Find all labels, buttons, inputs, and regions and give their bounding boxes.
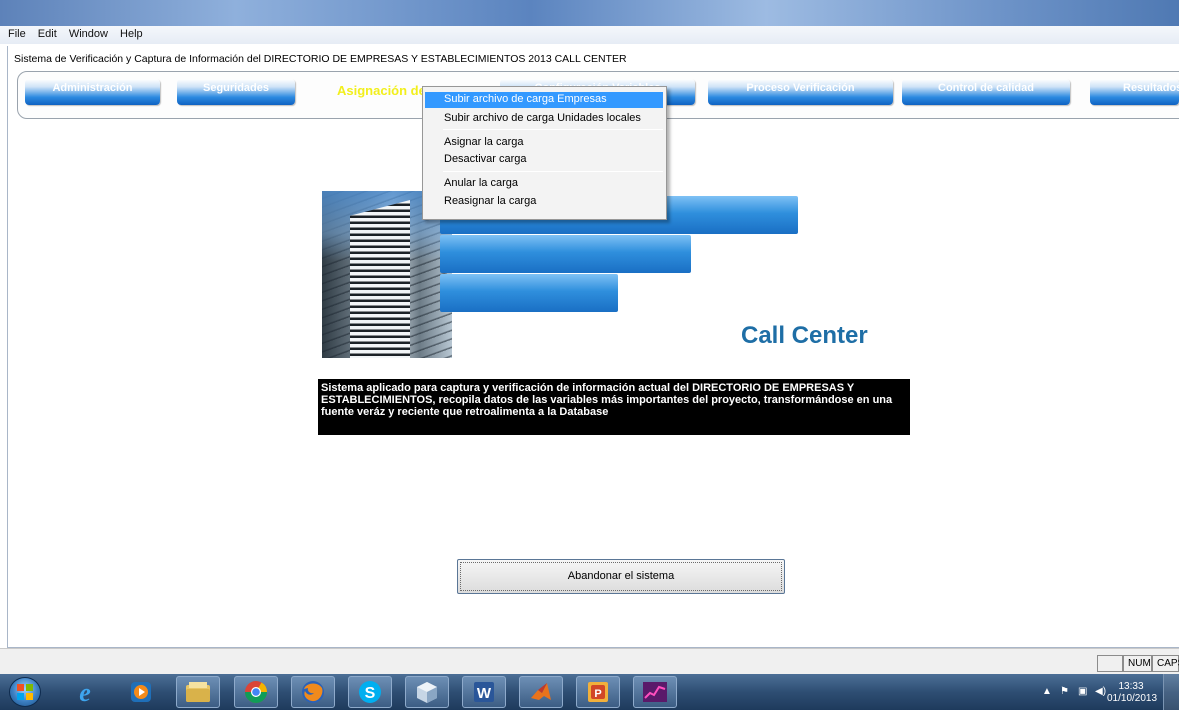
- media-player-icon[interactable]: [119, 676, 163, 708]
- menu-file[interactable]: File: [8, 26, 26, 40]
- taskbar-clock[interactable]: 13:33 01/10/2013: [1107, 681, 1158, 705]
- svg-text:P: P: [594, 688, 601, 700]
- menu-item-reasignar-carga[interactable]: Reasignar la carga: [444, 195, 536, 207]
- start-orb-icon[interactable]: [9, 677, 41, 707]
- description-line-3: fuente veráz y reciente que retroaliment…: [321, 406, 609, 418]
- call-center-heading: Call Center: [741, 322, 868, 349]
- system-description: Sistema aplicado para captura y verifica…: [318, 379, 910, 435]
- clock-date: 01/10/2013: [1107, 693, 1158, 704]
- menu-help[interactable]: Help: [120, 26, 143, 40]
- description-line-1: Sistema aplicado para captura y verifica…: [321, 382, 855, 394]
- tower-facade: [350, 200, 410, 358]
- banner-bar-2: [440, 235, 691, 273]
- menu-item-desactivar-carga[interactable]: Desactivar carga: [444, 153, 527, 165]
- menu-window[interactable]: Window: [69, 26, 108, 40]
- flag-icon[interactable]: ⚑: [1060, 686, 1069, 697]
- tab-proceso-verificacion[interactable]: Proceso Verificación: [708, 79, 893, 105]
- app-chart-icon[interactable]: [633, 676, 677, 708]
- exit-system-button[interactable]: Abandonar el sistema: [457, 559, 785, 594]
- asignacion-dropdown-menu: Subir archivo de carga Empresas Subir ar…: [422, 86, 667, 220]
- internet-explorer-icon[interactable]: e: [63, 676, 107, 708]
- window-title-bar[interactable]: [0, 0, 1179, 26]
- status-num: NUM: [1123, 655, 1152, 672]
- firefox-icon[interactable]: [291, 676, 335, 708]
- chrome-icon[interactable]: [234, 676, 278, 708]
- screen: File Edit Window Help Sistema de Verific…: [0, 0, 1179, 710]
- menu-separator: [443, 129, 663, 130]
- tab-seguridades[interactable]: Seguridades: [177, 79, 295, 105]
- powerpoint-icon[interactable]: P: [576, 676, 620, 708]
- volume-icon[interactable]: ◀): [1095, 686, 1106, 697]
- menu-item-anular-carga[interactable]: Anular la carga: [444, 177, 518, 189]
- svg-text:e: e: [79, 679, 91, 705]
- menu-separator: [443, 171, 663, 172]
- svg-text:S: S: [365, 685, 376, 702]
- tab-resultados[interactable]: Resultados: [1090, 79, 1179, 105]
- app-title: Sistema de Verificación y Captura de Inf…: [14, 53, 627, 65]
- status-bar: [0, 648, 1179, 674]
- svg-text:W: W: [477, 685, 492, 702]
- tray-expand-icon[interactable]: ▲: [1042, 686, 1052, 697]
- menu-item-subir-unidades[interactable]: Subir archivo de carga Unidades locales: [444, 112, 641, 124]
- network-icon[interactable]: ▣: [1078, 686, 1087, 697]
- virtualbox-icon[interactable]: [405, 676, 449, 708]
- tab-administracion[interactable]: Administración: [25, 79, 160, 105]
- show-desktop-button[interactable]: [1163, 674, 1179, 710]
- clock-time: 13:33: [1118, 681, 1144, 692]
- word-icon[interactable]: W: [462, 676, 506, 708]
- exit-system-label: Abandonar el sistema: [567, 570, 675, 582]
- menu-item-subir-empresas[interactable]: Subir archivo de carga Empresas: [425, 92, 663, 108]
- banner-bar-3: [440, 274, 618, 312]
- skype-icon[interactable]: S: [348, 676, 392, 708]
- tab-control-de-calidad[interactable]: Control de calidad: [902, 79, 1070, 105]
- description-line-2: ESTABLECIMIENTOS, recopila datos de las …: [321, 394, 893, 406]
- menu-item-asignar-carga[interactable]: Asignar la carga: [444, 136, 524, 148]
- status-pane-empty: [1097, 655, 1123, 672]
- menu-edit[interactable]: Edit: [38, 26, 57, 40]
- menu-bar: File Edit Window Help: [0, 26, 1179, 44]
- matlab-icon[interactable]: [519, 676, 563, 708]
- status-caps: CAPS: [1152, 655, 1179, 672]
- file-explorer-icon[interactable]: [176, 676, 220, 708]
